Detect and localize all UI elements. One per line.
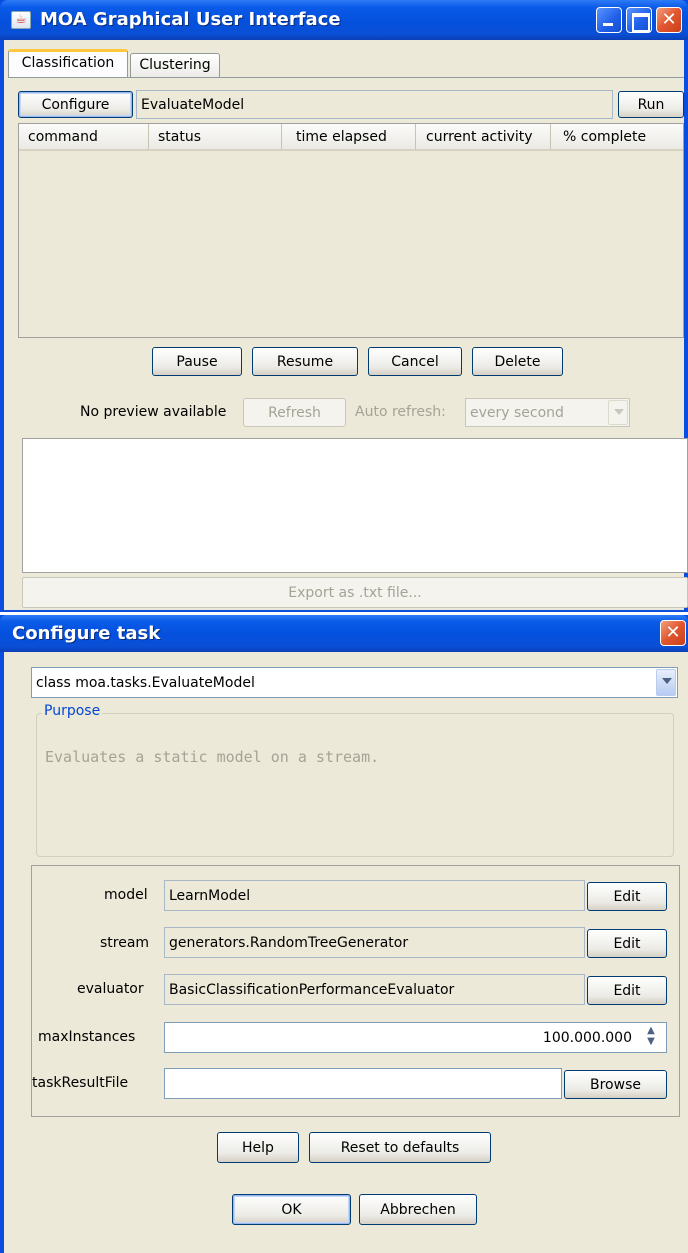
purpose-legend: Purpose: [42, 703, 103, 719]
edit-model-button[interactable]: Edit: [587, 882, 667, 911]
spinner-arrows-icon[interactable]: ▲ ▼: [638, 1025, 664, 1050]
export-txt-button-label: Export as .txt file...: [288, 584, 422, 601]
delete-button[interactable]: Delete: [472, 347, 563, 376]
evaluator-value: BasicClassificationPerformanceEvaluator: [169, 981, 455, 998]
column-header-percent-complete-label: % complete: [563, 129, 647, 145]
refresh-button-label: Refresh: [268, 404, 321, 421]
tab-clustering[interactable]: Clustering: [130, 53, 220, 77]
max-instances-spinner[interactable]: 100.000.000 ▲ ▼: [164, 1022, 667, 1053]
preview-status-text: No preview available: [80, 404, 227, 420]
configure-task-dialog: Configure task ✕ class moa.tasks.Evaluat…: [0, 615, 688, 1253]
preview-text-area[interactable]: [22, 438, 688, 573]
column-header-current-activity[interactable]: current activity: [416, 124, 551, 149]
chevron-down-icon[interactable]: [656, 669, 676, 696]
maximize-icon[interactable]: [626, 7, 652, 33]
max-instances-value: 100.000.000: [542, 1029, 632, 1046]
dialog-cancel-button[interactable]: Abbrechen: [359, 1194, 477, 1225]
pause-button-label: Pause: [176, 353, 218, 370]
main-client-area: Classification Clustering Configure Eval…: [4, 40, 688, 610]
column-header-current-activity-label: current activity: [426, 129, 533, 145]
moa-main-window: ☕ MOA Graphical User Interface ✕ Classif…: [0, 0, 688, 612]
task-name-field: EvaluateModel: [136, 90, 613, 119]
auto-refresh-label: Auto refresh:: [355, 404, 446, 420]
delete-button-label: Delete: [494, 353, 541, 370]
task-result-file-field[interactable]: [164, 1068, 562, 1099]
stream-field: generators.RandomTreeGenerator: [164, 927, 585, 958]
column-header-command-label: command: [28, 129, 98, 145]
ok-button-label: OK: [281, 1201, 302, 1218]
chevron-down-icon[interactable]: [608, 400, 628, 425]
auto-refresh-value: every second: [470, 404, 564, 421]
dialog-cancel-button-label: Abbrechen: [380, 1201, 456, 1218]
configure-button-label: Configure: [41, 96, 110, 113]
close-icon[interactable]: ✕: [656, 7, 682, 33]
reset-to-defaults-button[interactable]: Reset to defaults: [309, 1132, 491, 1163]
column-header-time-elapsed[interactable]: time elapsed: [282, 124, 416, 149]
run-button[interactable]: Run: [618, 91, 684, 118]
help-button-label: Help: [242, 1139, 274, 1156]
model-value: LearnModel: [169, 887, 251, 904]
max-instances-label: maxInstances: [38, 1029, 136, 1045]
resume-button-label: Resume: [276, 353, 334, 370]
dialog-close-icon[interactable]: ✕: [660, 620, 686, 646]
task-result-file-label: taskResultFile: [32, 1075, 129, 1091]
task-class-value: class moa.tasks.EvaluateModel: [36, 674, 255, 691]
auto-refresh-select[interactable]: every second: [465, 398, 630, 427]
edit-model-button-label: Edit: [613, 888, 641, 905]
cancel-button-label: Cancel: [391, 353, 439, 370]
task-table-header: command status time elapsed current acti…: [19, 124, 683, 151]
evaluator-label: evaluator: [77, 981, 144, 997]
dialog-client-area: class moa.tasks.EvaluateModel Purpose Ev…: [4, 652, 688, 1253]
edit-evaluator-button[interactable]: Edit: [587, 976, 667, 1005]
tab-clustering-label: Clustering: [139, 57, 211, 73]
run-button-label: Run: [637, 96, 665, 113]
purpose-groupbox: Purpose Evaluates a static model on a st…: [36, 703, 674, 857]
pause-button[interactable]: Pause: [152, 347, 242, 376]
column-header-status[interactable]: status: [149, 124, 282, 149]
browse-button[interactable]: Browse: [564, 1070, 667, 1099]
cancel-button[interactable]: Cancel: [368, 347, 462, 376]
tab-classification[interactable]: Classification: [8, 49, 128, 77]
reset-to-defaults-button-label: Reset to defaults: [340, 1139, 460, 1156]
ok-button[interactable]: OK: [232, 1194, 351, 1225]
main-title-bar[interactable]: ☕ MOA Graphical User Interface ✕: [0, 0, 688, 40]
edit-stream-button-label: Edit: [613, 935, 641, 952]
tab-classification-label: Classification: [21, 55, 115, 71]
task-name-value: EvaluateModel: [141, 96, 245, 113]
java-app-icon: ☕: [11, 11, 31, 29]
column-header-status-label: status: [158, 129, 202, 145]
tab-panel-border: [8, 77, 684, 78]
column-header-percent-complete[interactable]: % complete: [551, 124, 683, 149]
main-window-title: MOA Graphical User Interface: [40, 9, 341, 30]
purpose-description: Evaluates a static model on a stream.: [45, 748, 380, 766]
edit-stream-button[interactable]: Edit: [587, 929, 667, 958]
evaluator-field: BasicClassificationPerformanceEvaluator: [164, 974, 585, 1005]
column-header-time-elapsed-label: time elapsed: [296, 129, 387, 145]
column-header-command[interactable]: command: [19, 124, 149, 149]
edit-evaluator-button-label: Edit: [613, 982, 641, 999]
model-label: model: [104, 887, 148, 903]
task-class-select[interactable]: class moa.tasks.EvaluateModel: [31, 667, 678, 698]
refresh-button[interactable]: Refresh: [243, 398, 346, 427]
task-table[interactable]: command status time elapsed current acti…: [18, 123, 684, 338]
resume-button[interactable]: Resume: [252, 347, 358, 376]
model-field: LearnModel: [164, 880, 585, 911]
export-txt-button[interactable]: Export as .txt file...: [22, 577, 688, 608]
stream-label: stream: [100, 935, 150, 951]
minimize-icon[interactable]: [596, 7, 622, 33]
configure-button[interactable]: Configure: [18, 91, 133, 118]
dialog-title: Configure task: [12, 623, 161, 644]
browse-button-label: Browse: [590, 1076, 641, 1093]
dialog-title-bar[interactable]: Configure task ✕: [0, 615, 688, 652]
stream-value: generators.RandomTreeGenerator: [169, 934, 409, 951]
help-button[interactable]: Help: [217, 1132, 299, 1163]
